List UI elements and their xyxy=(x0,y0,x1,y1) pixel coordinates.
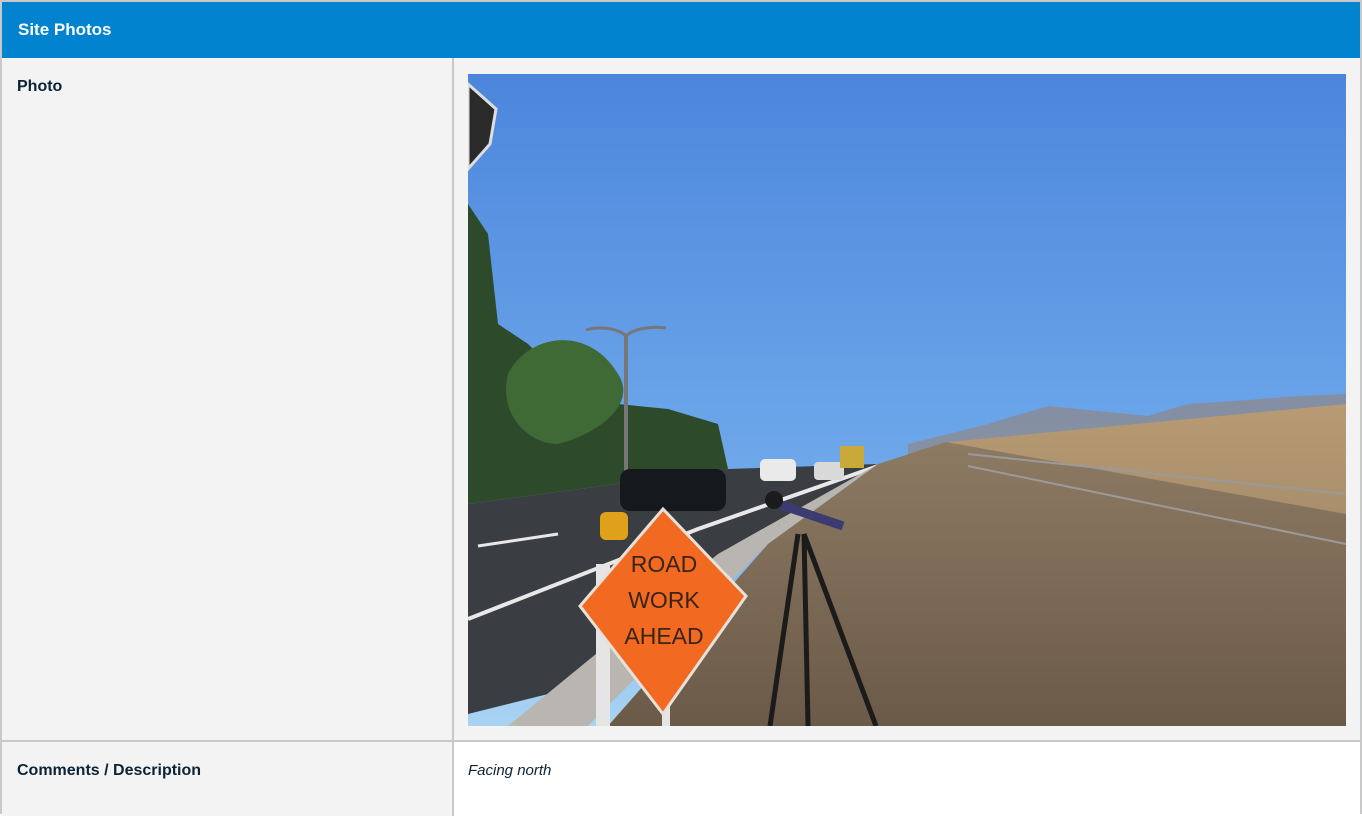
comments-value: Facing north xyxy=(468,762,552,779)
panel-title: Site Photos xyxy=(18,20,112,39)
comments-label-cell: Comments / Description xyxy=(2,742,454,816)
sign-line-2: WORK xyxy=(628,587,700,613)
photo-car xyxy=(620,469,726,511)
photo-label-cell: Photo xyxy=(2,58,454,740)
photo-row: Photo ROAD WORK AHEAD xyxy=(2,58,1360,742)
photo-label: Photo xyxy=(17,78,63,95)
comments-label: Comments / Description xyxy=(17,762,202,779)
site-photos-panel: Site Photos Photo ROAD WORK AHEAD Commen… xyxy=(0,0,1362,816)
photo-value-cell: ROAD WORK AHEAD xyxy=(454,58,1360,740)
panel-header: Site Photos xyxy=(2,2,1360,58)
sign-line-3: AHEAD xyxy=(624,623,703,649)
sign-line-1: ROAD xyxy=(631,551,697,577)
comments-value-cell: Facing north xyxy=(454,742,1360,816)
comments-row: Comments / Description Facing north xyxy=(2,742,1360,816)
site-photo[interactable]: ROAD WORK AHEAD xyxy=(468,74,1346,726)
